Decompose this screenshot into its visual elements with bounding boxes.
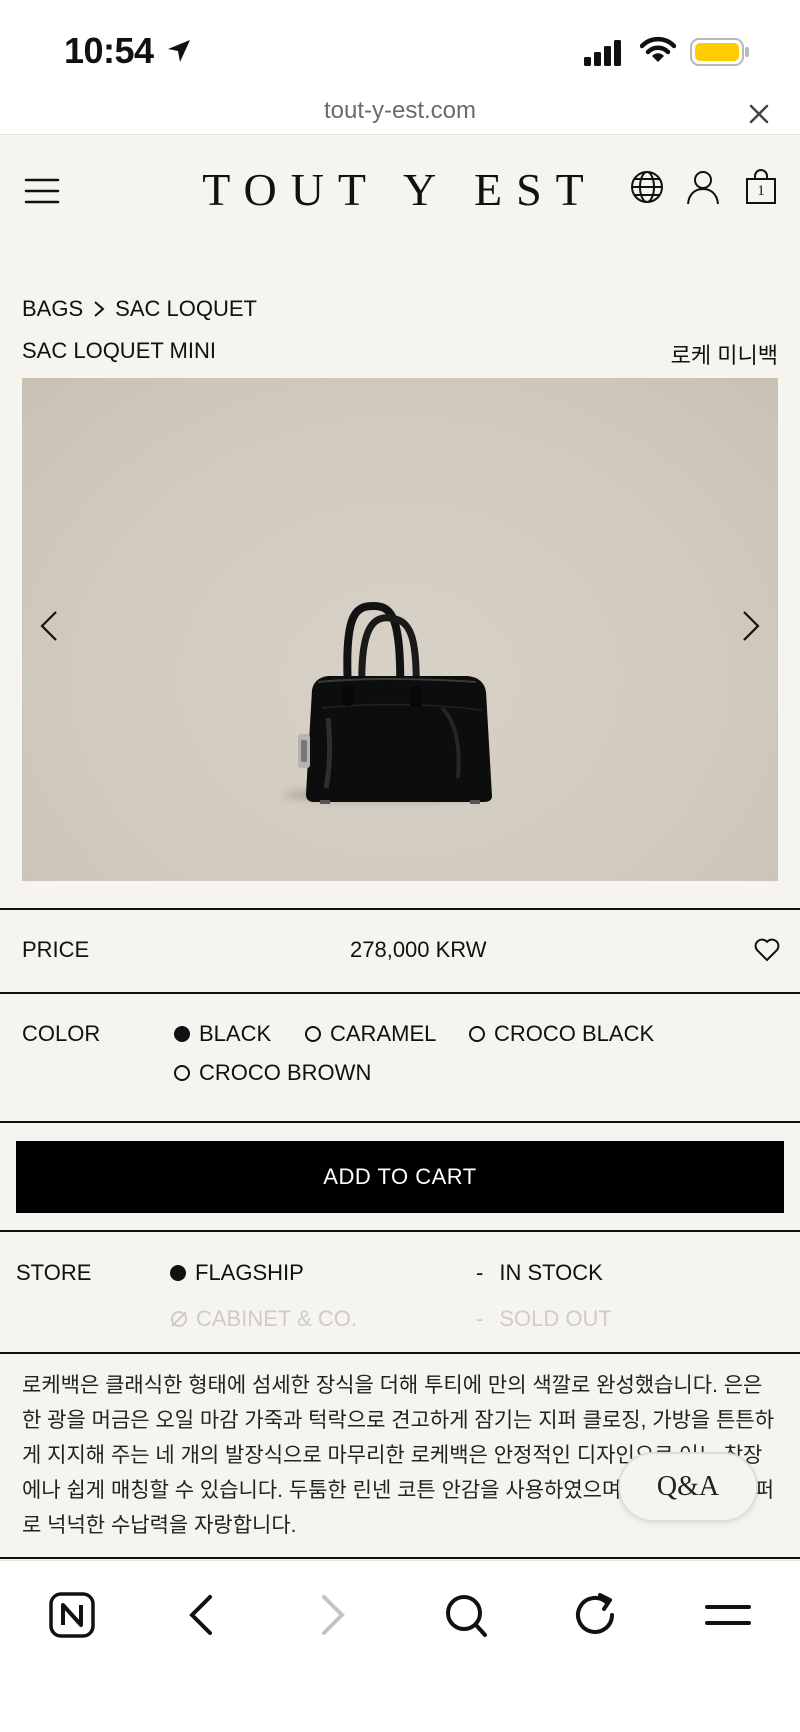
site-logo[interactable]: TOUT Y EST <box>0 163 800 216</box>
store-status: IN STOCK <box>499 1260 603 1285</box>
product-title-korean: 로케 미니백 <box>670 343 778 368</box>
store-status-flagship: - IN STOCK <box>476 1260 603 1286</box>
divider-line <box>0 1121 800 1123</box>
divider-line <box>0 1230 800 1232</box>
black-handbag-illustration <box>298 601 492 804</box>
location-arrow-icon <box>168 40 190 62</box>
status-time: 10:54 <box>64 30 154 71</box>
color-option-croco-black[interactable]: CROCO BLACK <box>469 1021 654 1047</box>
color-option-label: CARAMEL <box>330 1021 437 1046</box>
radio-selected-icon <box>174 1026 190 1042</box>
site-header: TOUT Y EST 1 <box>0 135 800 245</box>
breadcrumb: BAGS SAC LOQUET <box>22 296 257 322</box>
radio-unselected-icon <box>469 1026 485 1042</box>
breadcrumb-current[interactable]: SAC LOQUET <box>115 296 257 322</box>
qa-button[interactable]: Q&A <box>618 1452 758 1522</box>
divider-line <box>0 1557 800 1559</box>
divider-line <box>0 1352 800 1354</box>
color-label: COLOR <box>22 1021 101 1046</box>
unavailable-icon <box>171 1311 187 1327</box>
signal-icon <box>584 40 621 66</box>
price-value: 278,000 KRW <box>350 937 487 962</box>
radio-selected-icon <box>170 1265 186 1281</box>
status-bar: 10:54 <box>0 0 800 95</box>
color-option-label: CROCO BLACK <box>494 1021 655 1046</box>
color-option-label: CROCO BROWN <box>199 1060 372 1085</box>
store-name: CABINET & CO. <box>196 1306 357 1331</box>
globe-icon[interactable] <box>630 170 664 204</box>
product-image[interactable] <box>22 378 778 881</box>
store-label: STORE <box>16 1260 92 1285</box>
radio-unselected-icon <box>305 1026 321 1042</box>
color-option-caramel[interactable]: CARAMEL <box>305 1021 436 1047</box>
close-icon[interactable] <box>748 103 770 125</box>
store-option-flagship[interactable]: FLAGSHIP <box>170 1260 304 1286</box>
radio-unselected-icon <box>174 1065 190 1081</box>
browser-url-bar[interactable]: tout-y-est.com <box>0 95 800 135</box>
forward-arrow-icon <box>322 1595 345 1635</box>
wifi-icon <box>640 36 676 62</box>
breadcrumb-parent[interactable]: BAGS <box>22 296 83 322</box>
store-status-cabinet: - SOLD OUT <box>476 1306 612 1332</box>
heart-wishlist-icon[interactable] <box>754 938 780 962</box>
color-option-croco-brown[interactable]: CROCO BROWN <box>174 1060 371 1086</box>
price-label: PRICE <box>22 937 90 962</box>
user-account-icon[interactable] <box>686 169 720 205</box>
menu-lines-icon[interactable] <box>704 1591 752 1639</box>
search-icon[interactable] <box>444 1591 488 1639</box>
url-text[interactable]: tout-y-est.com <box>0 97 800 125</box>
battery-icon <box>690 38 749 66</box>
reload-icon[interactable] <box>574 1591 618 1639</box>
product-title: SAC LOQUET MINI <box>22 338 216 363</box>
divider-line <box>0 908 800 910</box>
dash-separator: - <box>476 1260 484 1285</box>
store-name: FLAGSHIP <box>195 1260 304 1285</box>
back-arrow-icon[interactable] <box>186 1591 216 1639</box>
cart-count: 1 <box>757 183 765 199</box>
divider-line <box>0 992 800 994</box>
store-option-cabinet: CABINET & CO. <box>170 1306 357 1332</box>
dash-separator: - <box>476 1306 484 1331</box>
color-option-label: BLACK <box>199 1021 272 1046</box>
add-to-cart-button[interactable]: ADD TO CART <box>16 1141 784 1213</box>
color-option-black[interactable]: BLACK <box>174 1021 271 1047</box>
browser-toolbar <box>0 1560 800 1732</box>
store-status: SOLD OUT <box>499 1306 612 1331</box>
naver-home-icon[interactable] <box>48 1591 96 1639</box>
chevron-right-icon <box>94 301 105 317</box>
